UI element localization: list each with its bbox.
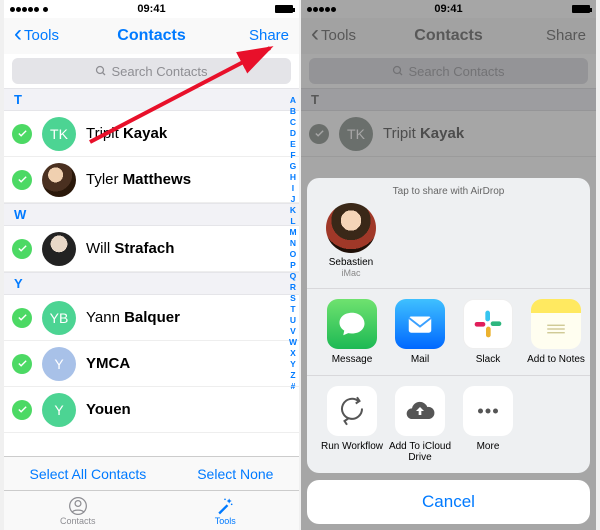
more-icon [463, 386, 513, 436]
contact-row[interactable]: Y Youen [4, 387, 299, 433]
search-icon [95, 65, 107, 77]
share-action-workflow[interactable]: Run Workflow [319, 386, 385, 463]
contact-row[interactable]: TK Tripit Kayak [4, 111, 299, 157]
avatar [42, 232, 76, 266]
tab-contacts[interactable]: Contacts [4, 491, 152, 530]
share-action-icloud[interactable]: Add To iCloud Drive [387, 386, 453, 463]
search-placeholder: Search Contacts [111, 64, 207, 79]
contact-row[interactable]: YB Yann Balquer [4, 295, 299, 341]
contact-name: Youen [86, 401, 131, 418]
phone-left: 09:41 Tools Contacts Share Search Contac… [4, 0, 299, 530]
select-all-button[interactable]: Select All Contacts [29, 466, 146, 482]
slack-icon [463, 299, 513, 349]
section-header-w: W [4, 203, 299, 226]
checkmark-icon[interactable] [12, 400, 32, 420]
status-bar: 09:41 [4, 0, 299, 18]
select-toolbar: Select All Contacts Select None [4, 456, 299, 490]
battery-icon [275, 5, 293, 13]
avatar: YB [42, 301, 76, 335]
section-header-y: Y [4, 272, 299, 295]
contact-row[interactable]: Will Strafach [4, 226, 299, 272]
contact-name: Will Strafach [86, 240, 174, 257]
icloud-icon [395, 386, 445, 436]
tab-bar: Contacts Tools [4, 490, 299, 530]
tools-wand-icon [215, 496, 235, 516]
contacts-icon [68, 496, 88, 516]
share-app-message[interactable]: Message [319, 299, 385, 365]
share-action-more[interactable]: More [455, 386, 521, 463]
airdrop-row: Sebastien iMac [307, 203, 590, 289]
airdrop-title: Tap to share with AirDrop [307, 186, 590, 197]
checkmark-icon[interactable] [12, 239, 32, 259]
select-none-button[interactable]: Select None [197, 466, 273, 482]
avatar [42, 163, 76, 197]
contact-name: Tripit Kayak [86, 125, 167, 142]
avatar: Y [42, 347, 76, 381]
share-sheet: Tap to share with AirDrop Sebastien iMac… [307, 178, 590, 524]
search-field[interactable]: Search Contacts [12, 58, 291, 84]
tab-tools[interactable]: Tools [152, 491, 300, 530]
contact-name: Yann Balquer [86, 309, 180, 326]
avatar: TK [42, 117, 76, 151]
phone-right: 09:41 Tools Contacts Share Search Contac… [301, 0, 596, 530]
avatar: Y [42, 393, 76, 427]
message-icon [327, 299, 377, 349]
share-panel: Tap to share with AirDrop Sebastien iMac… [307, 178, 590, 473]
contact-name: Tyler Matthews [86, 171, 191, 188]
contact-row[interactable]: Tyler Matthews [4, 157, 299, 203]
checkmark-icon[interactable] [12, 354, 32, 374]
contact-name: YMCA [86, 355, 130, 372]
airdrop-avatar [326, 203, 376, 253]
workflow-icon [327, 386, 377, 436]
section-header-t: T [4, 88, 299, 111]
mail-icon [395, 299, 445, 349]
checkmark-icon[interactable] [12, 124, 32, 144]
back-button[interactable]: Tools [14, 27, 59, 44]
checkmark-icon[interactable] [12, 308, 32, 328]
checkmark-icon[interactable] [12, 170, 32, 190]
share-app-slack[interactable]: Slack [455, 299, 521, 365]
share-app-notes[interactable]: Add to Notes [523, 299, 589, 365]
share-button[interactable]: Share [249, 27, 289, 44]
contact-row[interactable]: Y YMCA [4, 341, 299, 387]
share-apps-row: Message Mail Slack Add to Notes [307, 289, 590, 376]
share-app-mail[interactable]: Mail [387, 299, 453, 365]
cancel-button[interactable]: Cancel [307, 480, 590, 524]
share-actions-row: Run Workflow Add To iCloud Drive More [307, 376, 590, 469]
alpha-index[interactable]: ABCDEFGHIJKLMNOPQRSTUVWXYZ# [289, 95, 297, 392]
notes-icon [531, 299, 581, 349]
nav-bar: Tools Contacts Share [4, 18, 299, 54]
airdrop-target[interactable]: Sebastien iMac [321, 203, 381, 278]
status-time: 09:41 [4, 3, 299, 15]
